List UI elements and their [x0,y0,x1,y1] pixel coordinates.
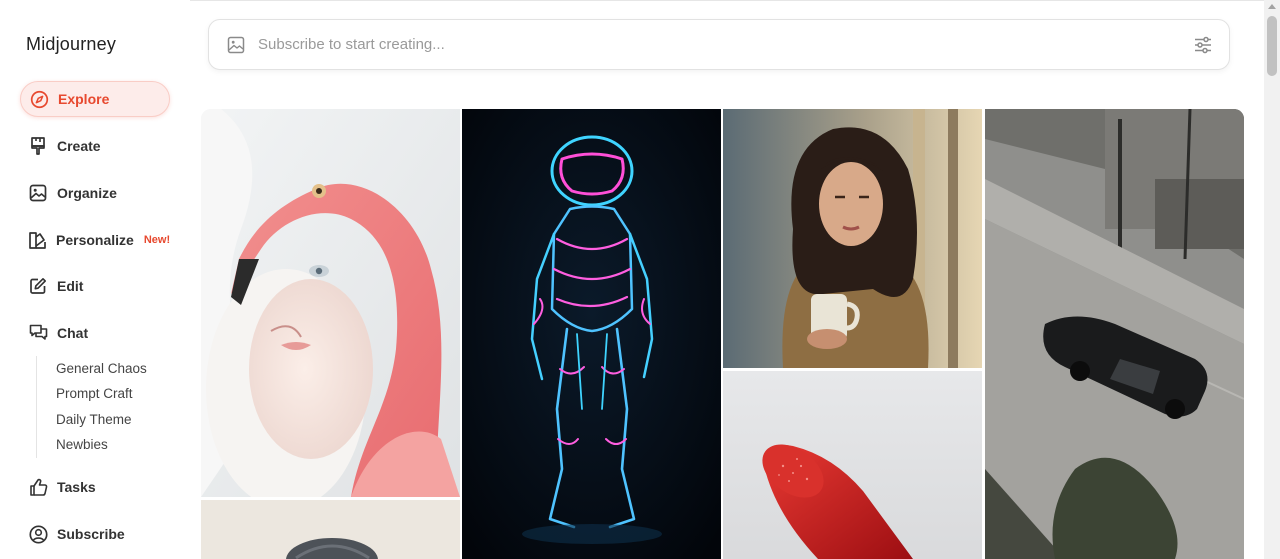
nav-explore-label: Explore [58,91,110,107]
prompt-input[interactable] [258,36,1158,53]
image-icon [28,183,48,203]
compass-icon [29,89,49,109]
gallery-image-red-lipstick[interactable] [723,371,982,559]
nav-organize[interactable]: Organize [20,175,170,211]
nav-organize-label: Organize [57,185,117,201]
scrollbar-thumb[interactable] [1267,16,1277,76]
explore-gallery [201,109,1244,559]
new-badge: New! [143,234,171,246]
palette-icon [28,230,47,250]
nav-chat-label: Chat [57,325,89,341]
nav-create-label: Create [57,138,101,154]
chat-channel-prompt-craft[interactable]: Prompt Craft [37,381,176,406]
nav-edit-label: Edit [57,278,84,294]
nav-personalize[interactable]: Personalize New! [20,222,170,258]
gallery-image-car-street[interactable] [985,109,1244,559]
image-upload-icon[interactable] [226,35,246,55]
brush-icon [28,136,48,156]
thumbs-up-icon [28,477,48,497]
nav-create[interactable]: Create [20,128,170,164]
chat-channel-newbies[interactable]: Newbies [37,432,176,457]
nav-tasks[interactable]: Tasks [20,469,170,505]
nav-subscribe[interactable]: Subscribe [20,516,170,552]
brand-logo[interactable]: Midjourney [26,34,116,55]
prompt-bar [208,19,1230,70]
nav-tasks-label: Tasks [57,479,96,495]
scroll-up-arrow-icon[interactable] [1268,4,1276,9]
gallery-image-flamingo[interactable] [201,109,460,497]
chat-channel-daily-theme[interactable]: Daily Theme [37,407,176,432]
gallery-image-stone[interactable] [201,500,460,559]
nav-edit[interactable]: Edit [20,268,170,304]
gallery-image-woman-mug[interactable] [723,109,982,368]
edit-icon [28,276,48,296]
chat-channel-list: General Chaos Prompt Craft Daily Theme N… [36,356,176,458]
chat-icon [28,323,48,343]
nav-personalize-label: Personalize [56,232,134,248]
gallery-image-neon-astronaut[interactable] [462,109,721,559]
settings-sliders-icon[interactable] [1193,35,1213,55]
nav-explore[interactable]: Explore [20,81,170,117]
sidebar: Midjourney Explore Create Organize Perso… [0,0,190,559]
chat-channel-general-chaos[interactable]: General Chaos [37,356,176,381]
user-circle-icon [28,524,48,544]
nav-subscribe-label: Subscribe [57,526,125,542]
nav-chat[interactable]: Chat [20,315,170,351]
page-scrollbar[interactable] [1264,0,1280,559]
